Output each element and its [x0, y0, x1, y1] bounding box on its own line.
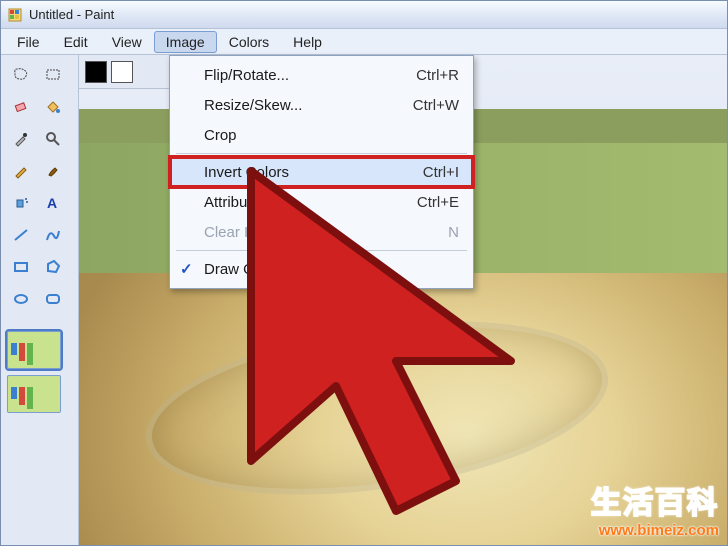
tool-fill[interactable] — [39, 93, 67, 121]
menu-item-label: Clear Image — [204, 224, 286, 241]
menu-colors[interactable]: Colors — [217, 31, 281, 53]
tool-brush[interactable] — [39, 157, 67, 185]
menu-item-shortcut: Ctrl+W — [413, 97, 459, 114]
menu-image[interactable]: Image — [154, 31, 217, 53]
menubar: File Edit View Image Colors Help — [1, 29, 727, 55]
tool-rectangle[interactable] — [7, 253, 35, 281]
tool-rect-select[interactable] — [39, 61, 67, 89]
option-thumbnails — [7, 331, 78, 413]
menu-view[interactable]: View — [100, 31, 154, 53]
menu-item-resize-skew[interactable]: Resize/Skew... Ctrl+W — [170, 90, 473, 120]
menu-item-draw-opaque[interactable]: ✓ Draw Opaque — [170, 254, 473, 284]
menu-item-invert-colors[interactable]: Invert Colors Ctrl+I — [170, 157, 473, 187]
check-icon: ✓ — [180, 260, 193, 278]
menu-separator — [176, 153, 467, 154]
menu-item-shortcut: N — [448, 224, 459, 241]
tool-eraser[interactable] — [7, 93, 35, 121]
tool-text[interactable]: A — [39, 189, 67, 217]
image-menu-dropdown: Flip/Rotate... Ctrl+R Resize/Skew... Ctr… — [169, 55, 474, 289]
tool-ellipse[interactable] — [7, 285, 35, 313]
watermark-text: 生活百科 — [591, 478, 719, 522]
menu-edit[interactable]: Edit — [52, 31, 100, 53]
menu-item-shortcut: Ctrl+I — [423, 164, 459, 181]
option-thumb-2[interactable] — [7, 375, 61, 413]
tool-polygon[interactable] — [39, 253, 67, 281]
titlebar: Untitled - Paint — [1, 1, 727, 29]
menu-item-label: Flip/Rotate... — [204, 67, 289, 84]
menu-file[interactable]: File — [5, 31, 52, 53]
app-icon — [7, 7, 23, 23]
window-title: Untitled - Paint — [29, 7, 114, 22]
watermark: 生活百科 www.bimeiz.com — [591, 478, 719, 539]
toolbox: A — [1, 55, 79, 545]
tool-curve[interactable] — [39, 221, 67, 249]
menu-item-label: Draw Opaque — [204, 261, 297, 278]
tool-rounded-rect[interactable] — [39, 285, 67, 313]
menu-separator — [176, 250, 467, 251]
paint-window: Untitled - Paint File Edit View Image Co… — [0, 0, 728, 546]
foreground-color[interactable] — [85, 61, 107, 83]
menu-item-label: Attributes... — [204, 194, 280, 211]
tool-airbrush[interactable] — [7, 189, 35, 217]
menu-item-label: Crop — [204, 127, 237, 144]
menu-item-crop[interactable]: Crop — [170, 120, 473, 150]
background-color[interactable] — [111, 61, 133, 83]
menu-item-label: Invert Colors — [204, 164, 289, 181]
tool-pencil[interactable] — [7, 157, 35, 185]
menu-item-shortcut: Ctrl+R — [416, 67, 459, 84]
menu-item-flip-rotate[interactable]: Flip/Rotate... Ctrl+R — [170, 60, 473, 90]
option-thumb-1[interactable] — [7, 331, 61, 369]
menu-item-clear-image: Clear Image N — [170, 217, 473, 247]
menu-item-shortcut: Ctrl+E — [417, 194, 459, 211]
svg-text:A: A — [47, 195, 57, 211]
tool-magnifier[interactable] — [39, 125, 67, 153]
tool-line[interactable] — [7, 221, 35, 249]
watermark-url: www.bimeiz.com — [591, 522, 719, 539]
tool-free-select[interactable] — [7, 61, 35, 89]
tool-picker[interactable] — [7, 125, 35, 153]
menu-help[interactable]: Help — [281, 31, 334, 53]
menu-item-label: Resize/Skew... — [204, 97, 302, 114]
menu-item-attributes[interactable]: Attributes... Ctrl+E — [170, 187, 473, 217]
